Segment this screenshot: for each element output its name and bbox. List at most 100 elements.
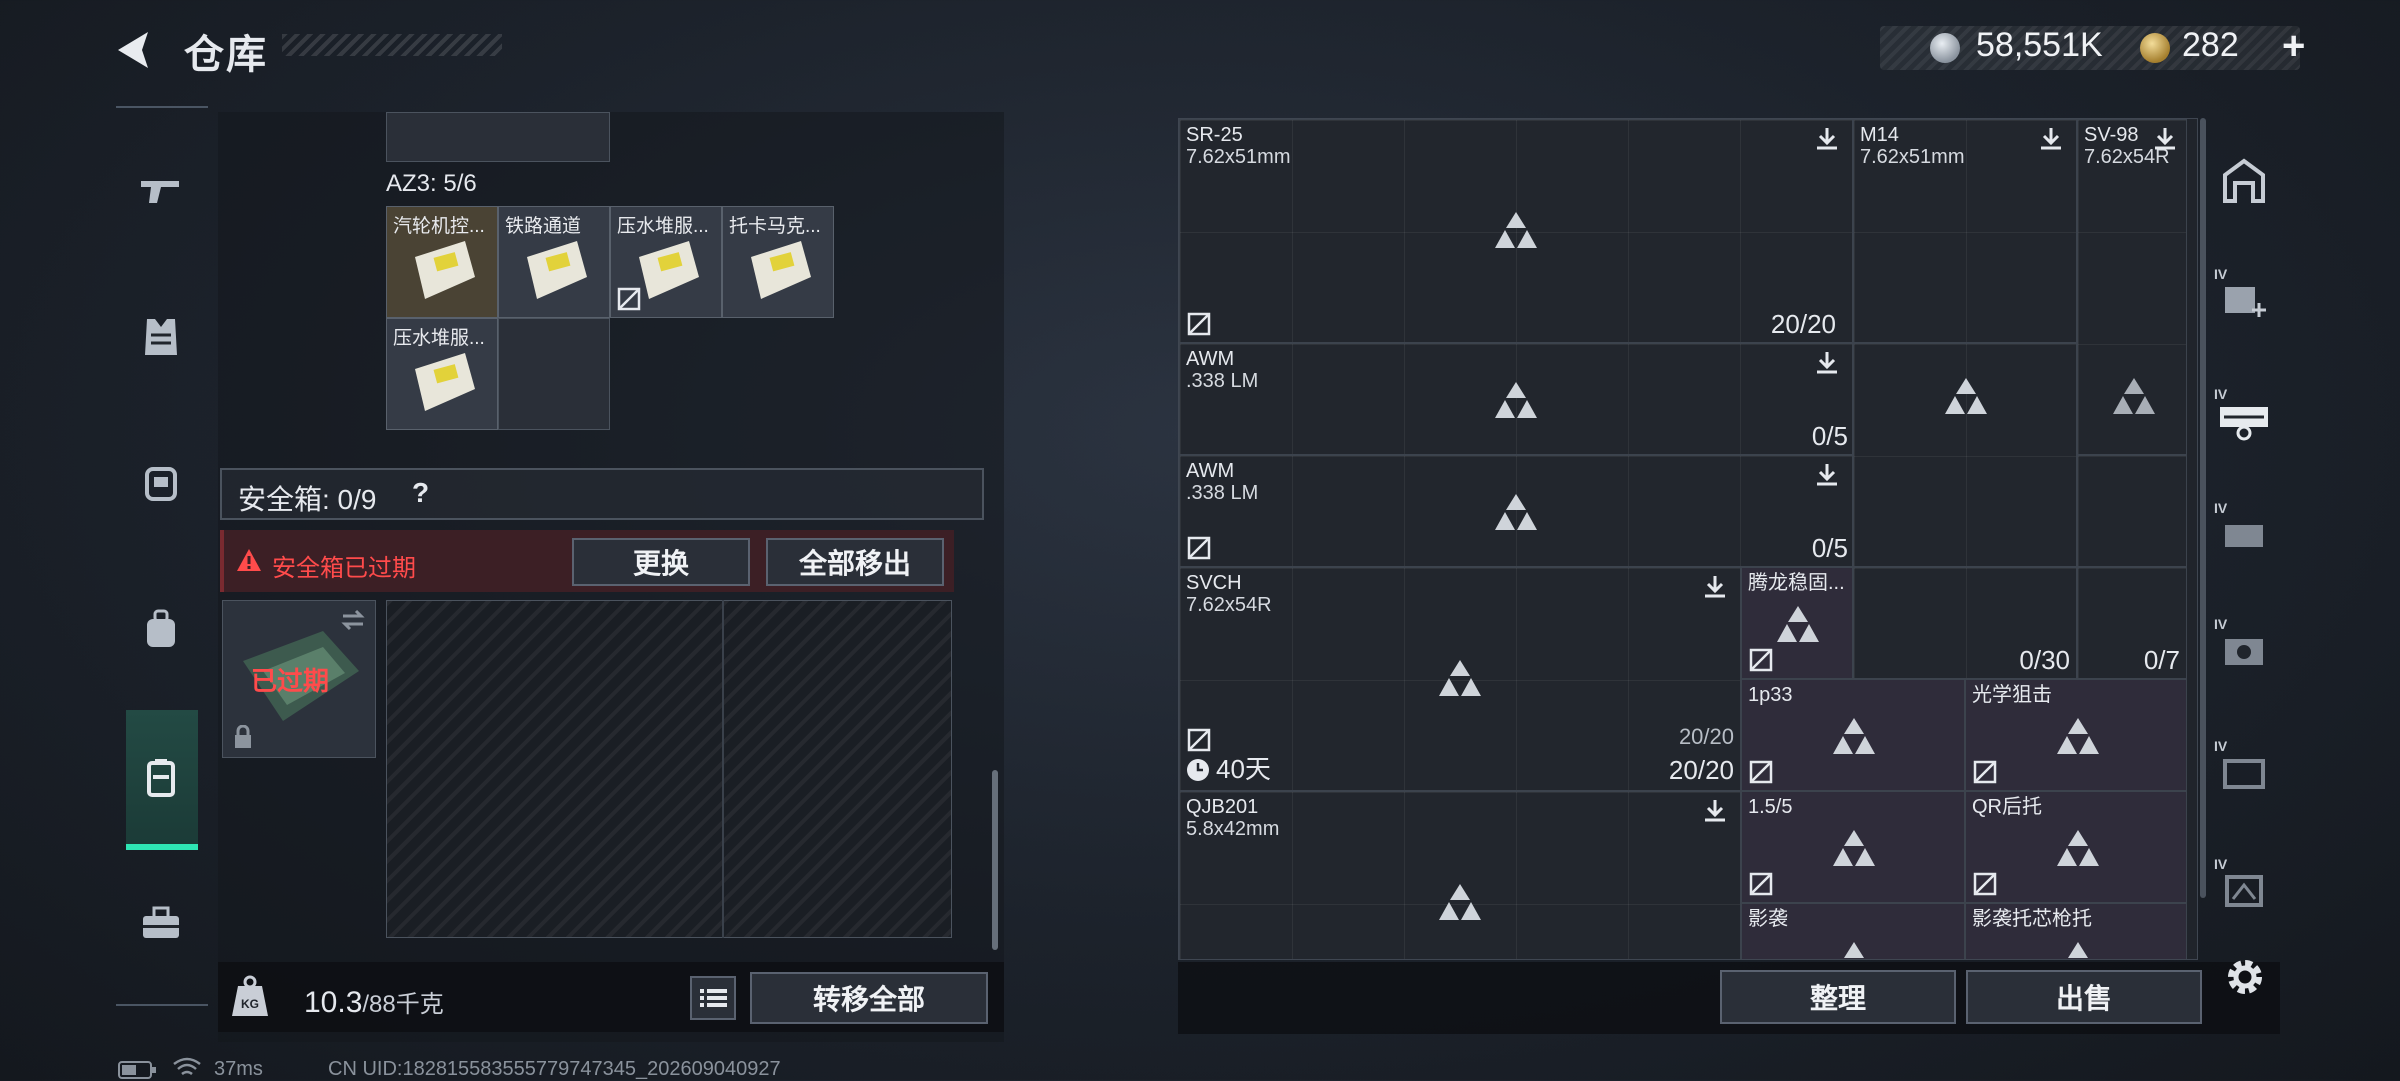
replace-button[interactable]: 更换 [572,538,750,586]
left-scrollbar[interactable] [992,770,998,950]
clock-icon [1187,759,1209,781]
ammo-count: 0/5 [1811,533,1848,563]
attachment-cell[interactable]: 腾龙稳固... [1741,567,1853,679]
item-slot[interactable]: 托卡马克... [722,206,834,318]
svg-text:KG: KG [241,997,259,1011]
toolbox-category-icon[interactable] [128,890,194,956]
attachment-placeholder-icon [1777,606,1819,642]
rental-timer: 40天 [1216,754,1271,784]
attachment-cell[interactable]: 1.5/5 [1741,791,1965,903]
download-icon[interactable] [1814,462,1840,488]
rail-divider [116,1004,208,1006]
attachment-cell[interactable]: QR后托 [1965,791,2187,903]
keycard-item-icon [751,241,811,299]
safe-case-slot[interactable]: 已过期 [222,600,376,758]
weapon-cell[interactable]: AWM .338 LM 0/5 [1179,455,1853,567]
weapon-cell[interactable]: AWM .338 LM 0/5 [1179,343,1853,455]
weapon-cell[interactable]: SR-25 7.62x51mm 20/20 [1179,119,1853,343]
weapon-name: M14 [1860,124,1899,146]
keycard-item-icon [527,241,587,299]
grid-divider [722,600,724,938]
download-icon[interactable] [1814,350,1840,376]
attachment-cell[interactable]: 1p33 [1741,679,1965,791]
stash-page-ammo-icon[interactable]: IV [2212,738,2276,802]
weapon-cell[interactable]: M14 7.62x51mm [1853,119,2077,414]
move-all-out-button[interactable]: 全部移出 [766,538,944,586]
ammo-count: 20/20 [1668,755,1734,785]
stash-page-weapons-icon[interactable]: IV [2212,386,2276,450]
attachment-name: 影袭 [1748,908,1788,930]
stash-grid[interactable]: SR-25 7.62x51mm 20/20 M14 7.62x51mm SV-98 7… [1178,118,2198,960]
download-icon[interactable] [1702,798,1728,824]
attachment-cell[interactable]: 影袭托芯枪托 [1965,903,2187,959]
download-icon[interactable] [2038,126,2064,152]
weight-readout: 10.3/88千克 [304,984,444,1020]
ammo-cell[interactable] [2077,455,2187,567]
ammo-cell[interactable]: 0/30 [1853,567,2077,679]
unsearched-icon [1749,760,1773,784]
attachment-name: 光学狙击 [1972,684,2052,706]
ammo-cell[interactable] [1853,343,2077,567]
backpack-category-icon[interactable] [128,596,194,662]
ammo-count: 0/30 [2019,645,2070,675]
safe-case-category-icon[interactable] [128,744,194,810]
unsearched-icon [1749,872,1773,896]
weight-max: /88千克 [362,991,444,1018]
transfer-all-button[interactable]: 转移全部 [750,972,988,1024]
empty-slot[interactable] [498,318,610,430]
settings-gear-icon[interactable] [2222,954,2268,1000]
download-icon[interactable] [1814,126,1840,152]
weapon-cell[interactable]: QJB201 5.8x42mm [1179,791,1741,959]
ammo-placeholder-icon [1945,378,1987,414]
help-button[interactable]: ? [412,477,429,509]
attachment-placeholder-icon [2068,942,2088,958]
unsearched-icon [1973,760,1997,784]
safe-box-grid[interactable] [386,600,952,938]
item-slot[interactable]: 压水堆服... [386,318,498,430]
stash-page-misc-icon[interactable]: IV [2212,856,2276,920]
attachment-cell[interactable]: 影袭 [1741,903,1965,959]
weapon-cell[interactable]: SV-98 7.62x54R [2077,119,2187,455]
stash-scrollbar[interactable] [2200,118,2206,898]
weapon-placeholder-icon [2113,378,2155,414]
weapon-cell[interactable]: SVCH 7.62x54R 20/20 40天 20/20 [1179,567,1741,791]
sell-button[interactable]: 出售 [1966,970,2202,1024]
sort-button[interactable]: 整理 [1720,970,1956,1024]
gold-amount: 282 [2182,26,2239,64]
weapon-placeholder-icon [1439,660,1481,696]
tier-tag: IV [2214,500,2228,516]
swap-icon[interactable] [339,609,367,631]
battery-icon [118,1061,156,1079]
container-label: AZ3: 5/6 [386,170,477,197]
unsearched-icon [1187,312,1211,336]
item-slot[interactable]: 汽轮机控... [386,206,498,318]
empty-slot[interactable] [386,112,610,162]
list-icon [700,989,727,1007]
ammo-cell[interactable]: 0/7 [2077,567,2187,679]
armor-category-icon[interactable] [128,304,194,370]
download-icon[interactable] [2152,126,2178,152]
add-currency-button[interactable]: + [2282,24,2305,69]
helmet-category-icon[interactable] [128,450,194,516]
stash-home-icon[interactable] [2212,148,2276,212]
item-slot[interactable]: 铁路通道 [498,206,610,318]
ammo-count: 0/5 [1811,421,1848,451]
attachment-cell[interactable]: 光学狙击 [1965,679,2187,791]
attachment-placeholder-icon [1833,830,1875,866]
ammo-count: 0/7 [2143,645,2180,675]
warning-icon [237,549,261,571]
weapon-caliber: 7.62x54R [1186,594,1272,616]
tier-tag: IV [2214,738,2228,754]
stash-page-gear-icon[interactable]: IV [2212,500,2276,564]
stash-page-medical-icon[interactable]: IV [2212,616,2276,680]
back-arrow-icon[interactable] [112,28,162,72]
unsearched-icon [617,287,641,311]
stash-page-add-icon[interactable]: IV [2212,266,2276,330]
item-label: 铁路通道 [505,216,582,237]
weapon-caliber: .338 LM [1186,482,1259,504]
list-view-button[interactable] [690,976,736,1020]
weapon-category-icon[interactable] [128,158,194,224]
weapon-placeholder-icon [1439,884,1481,920]
download-icon[interactable] [1702,574,1728,600]
item-slot[interactable]: 压水堆服... [610,206,722,318]
